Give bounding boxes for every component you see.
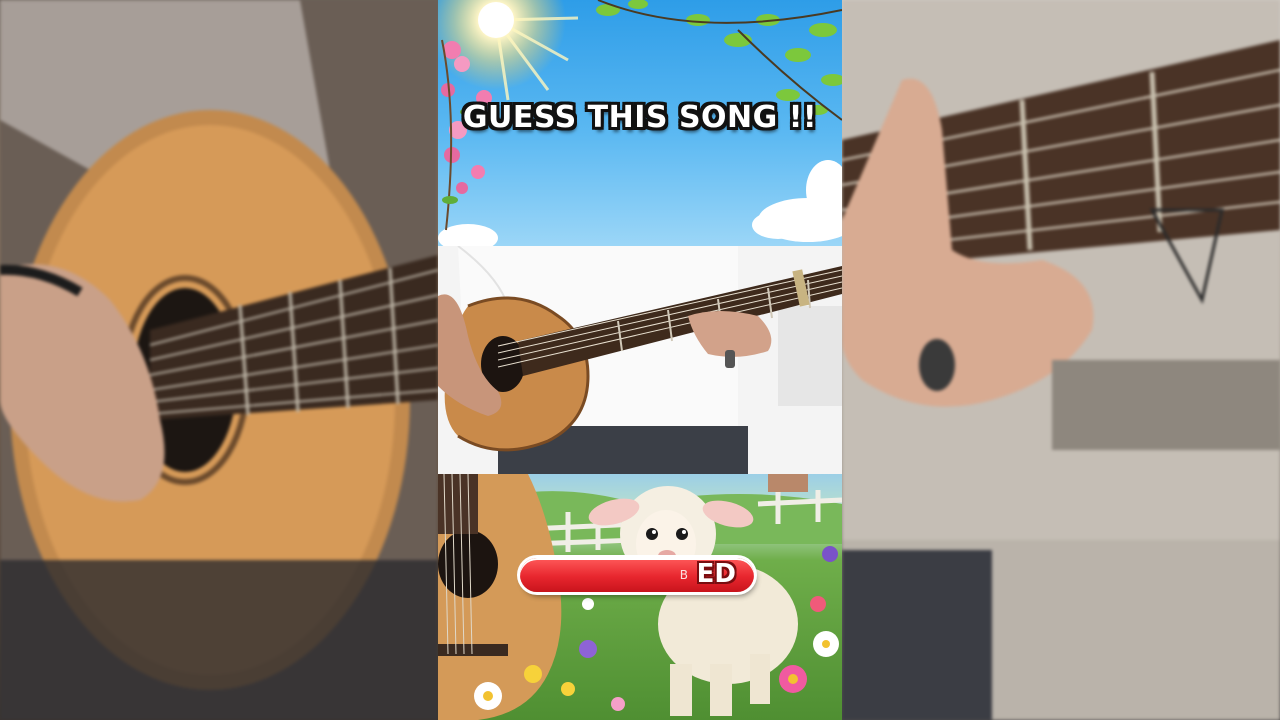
guitar-icon [438,474,562,720]
guitar-player-art [438,246,842,474]
answer-reveal-bar: B ED [520,558,754,592]
guitar-player-video-panel [438,246,842,474]
background-right-fretboard-closeup [842,0,1280,720]
background-left-guitar-closeup [0,0,438,720]
center-video-column: GUESS THIS SONG !! B ED [438,0,842,720]
guitar-closeup-art [0,0,438,720]
answer-reveal-text: ED [696,559,736,589]
sky-banner-panel: GUESS THIS SONG !! [438,0,842,246]
lamb-illustration-panel: B ED [438,474,842,720]
cloud-icon [438,160,842,246]
song-quiz-title: GUESS THIS SONG !! [462,100,818,135]
fretboard-closeup-art [842,0,1280,720]
lamb-field-art [438,474,842,720]
answer-hint-letter: B [679,568,688,582]
